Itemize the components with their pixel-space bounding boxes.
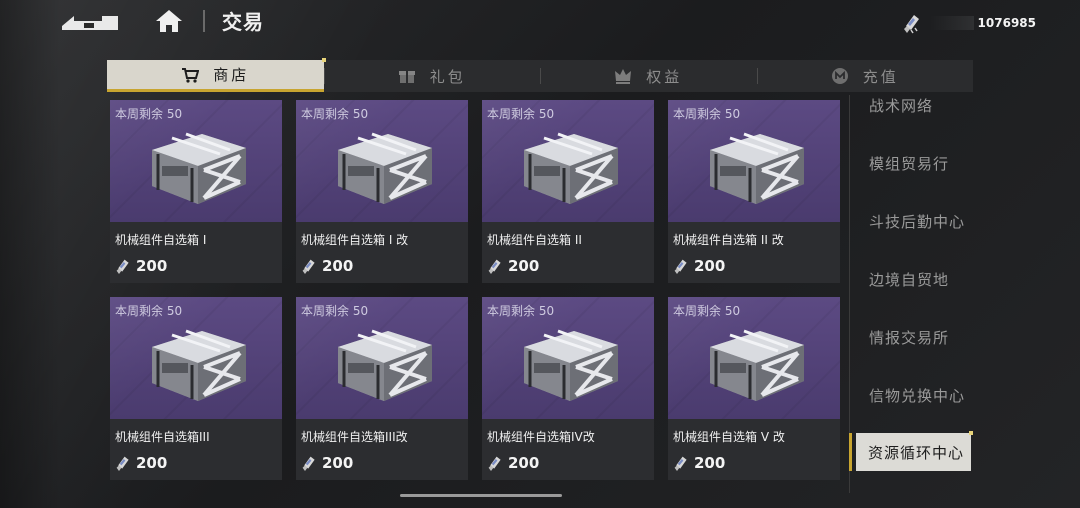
currency-bar (929, 16, 974, 30)
product-image: 本周剩余 50 (668, 297, 840, 419)
component-currency-icon (488, 259, 501, 274)
currency-display: 1076985 (902, 10, 1036, 36)
price-value: 200 (322, 454, 354, 472)
back-button[interactable] (60, 10, 122, 32)
product-name: 机械组件自选箱 II 改 (673, 233, 784, 247)
crate-icon (710, 132, 804, 204)
product-name: 机械组件自选箱 V 改 (673, 430, 785, 444)
product-price: 200 (487, 454, 539, 472)
component-currency-icon (116, 259, 129, 274)
component-currency-icon (674, 456, 687, 471)
coin-icon (831, 67, 849, 85)
price-value: 200 (694, 257, 726, 275)
crate-icon (524, 132, 618, 204)
top-bar: 交易 1076985 (0, 0, 1080, 44)
component-currency-icon (674, 259, 687, 274)
tab-gift-packs[interactable]: 礼包 (323, 60, 541, 92)
product-price: 200 (487, 257, 539, 275)
sidenav-item-token-exchange[interactable]: 信物兑换中心 (869, 385, 965, 406)
product-name: 机械组件自选箱IV改 (487, 430, 595, 444)
crate-icon (338, 329, 432, 401)
sidenav-item-mod-trade[interactable]: 模组贸易行 (869, 153, 949, 174)
product-name: 机械组件自选箱III改 (301, 430, 408, 444)
tab-label: 充值 (862, 67, 899, 86)
crown-icon (614, 67, 632, 85)
product-card[interactable]: 本周剩余 50 机械组件自选箱III改 200 (296, 297, 468, 480)
price-value: 200 (508, 257, 540, 275)
product-price: 200 (115, 257, 167, 275)
home-icon (156, 10, 182, 32)
tab-label: 商店 (213, 66, 250, 84)
product-price: 200 (673, 454, 725, 472)
component-currency-icon (302, 456, 315, 471)
tab-shop[interactable]: 商店 (107, 58, 325, 92)
shop-category-nav: 战术网络 模组贸易行 斗技后勤中心 边境自贸地 情报交易所 信物兑换中心 资源循… (849, 95, 973, 493)
tab-recharge[interactable]: 充值 (756, 60, 974, 92)
gift-icon (398, 67, 416, 85)
product-image: 本周剩余 50 (110, 297, 282, 419)
price-value: 200 (136, 257, 168, 275)
product-image: 本周剩余 50 (296, 297, 468, 419)
product-name: 机械组件自选箱 I 改 (301, 233, 409, 247)
price-value: 200 (508, 454, 540, 472)
product-card[interactable]: 本周剩余 50 机械组件自选箱III 200 (110, 297, 282, 480)
product-card[interactable]: 本周剩余 50 机械组件自选箱IV改 200 (482, 297, 654, 480)
price-value: 200 (322, 257, 354, 275)
product-price: 200 (301, 257, 353, 275)
sidenav-item-tactical-network[interactable]: 战术网络 (869, 95, 933, 116)
crate-icon (710, 329, 804, 401)
page-title: 交易 (222, 10, 264, 34)
product-price: 200 (301, 454, 353, 472)
component-currency-icon (302, 259, 315, 274)
component-currency-icon (116, 456, 129, 471)
sidenav-item-label: 资源循环中心 (868, 443, 965, 462)
home-indicator[interactable] (400, 494, 562, 497)
sidenav-item-intel-exchange[interactable]: 情报交易所 (869, 327, 949, 348)
component-currency-icon (488, 456, 501, 471)
product-card[interactable]: 本周剩余 50 机械组件自选箱 V 改 200 (668, 297, 840, 480)
product-image: 本周剩余 50 (110, 100, 282, 222)
product-price: 200 (673, 257, 725, 275)
product-card[interactable]: 本周剩余 50 机械组件自选箱 I 改 200 (296, 100, 468, 283)
product-card[interactable]: 本周剩余 50 机械组件自选箱 I 200 (110, 100, 282, 283)
back-arrow-icon (62, 16, 118, 30)
sidenav-item-resource-recycle[interactable]: 资源循环中心 (849, 431, 973, 471)
sidenav-item-border-free-trade[interactable]: 边境自贸地 (869, 269, 949, 290)
component-currency-icon (903, 15, 919, 34)
product-name: 机械组件自选箱 II (487, 233, 582, 247)
product-card[interactable]: 本周剩余 50 机械组件自选箱 II 200 (482, 100, 654, 283)
product-image: 本周剩余 50 (482, 100, 654, 222)
price-value: 200 (136, 454, 168, 472)
currency-amount: 1076985 (977, 16, 1036, 30)
product-card[interactable]: 本周剩余 50 机械组件自选箱 II 改 200 (668, 100, 840, 283)
crate-icon (524, 329, 618, 401)
tab-label: 礼包 (429, 67, 466, 86)
price-value: 200 (694, 454, 726, 472)
product-price: 200 (115, 454, 167, 472)
home-button[interactable] (155, 8, 183, 34)
tab-benefits[interactable]: 权益 (540, 60, 757, 92)
tab-bar: 商店 礼包 权益 充值 (107, 58, 974, 92)
product-image: 本周剩余 50 (668, 100, 840, 222)
cart-icon (181, 66, 200, 84)
crate-icon (338, 132, 432, 204)
sidenav-item-arena-logistics[interactable]: 斗技后勤中心 (869, 211, 965, 232)
crate-icon (152, 329, 246, 401)
product-image: 本周剩余 50 (482, 297, 654, 419)
product-image: 本周剩余 50 (296, 100, 468, 222)
product-name: 机械组件自选箱III (115, 430, 210, 444)
tab-label: 权益 (646, 67, 683, 86)
header-divider (203, 10, 205, 32)
crate-icon (152, 132, 246, 204)
product-name: 机械组件自选箱 I (115, 233, 207, 247)
